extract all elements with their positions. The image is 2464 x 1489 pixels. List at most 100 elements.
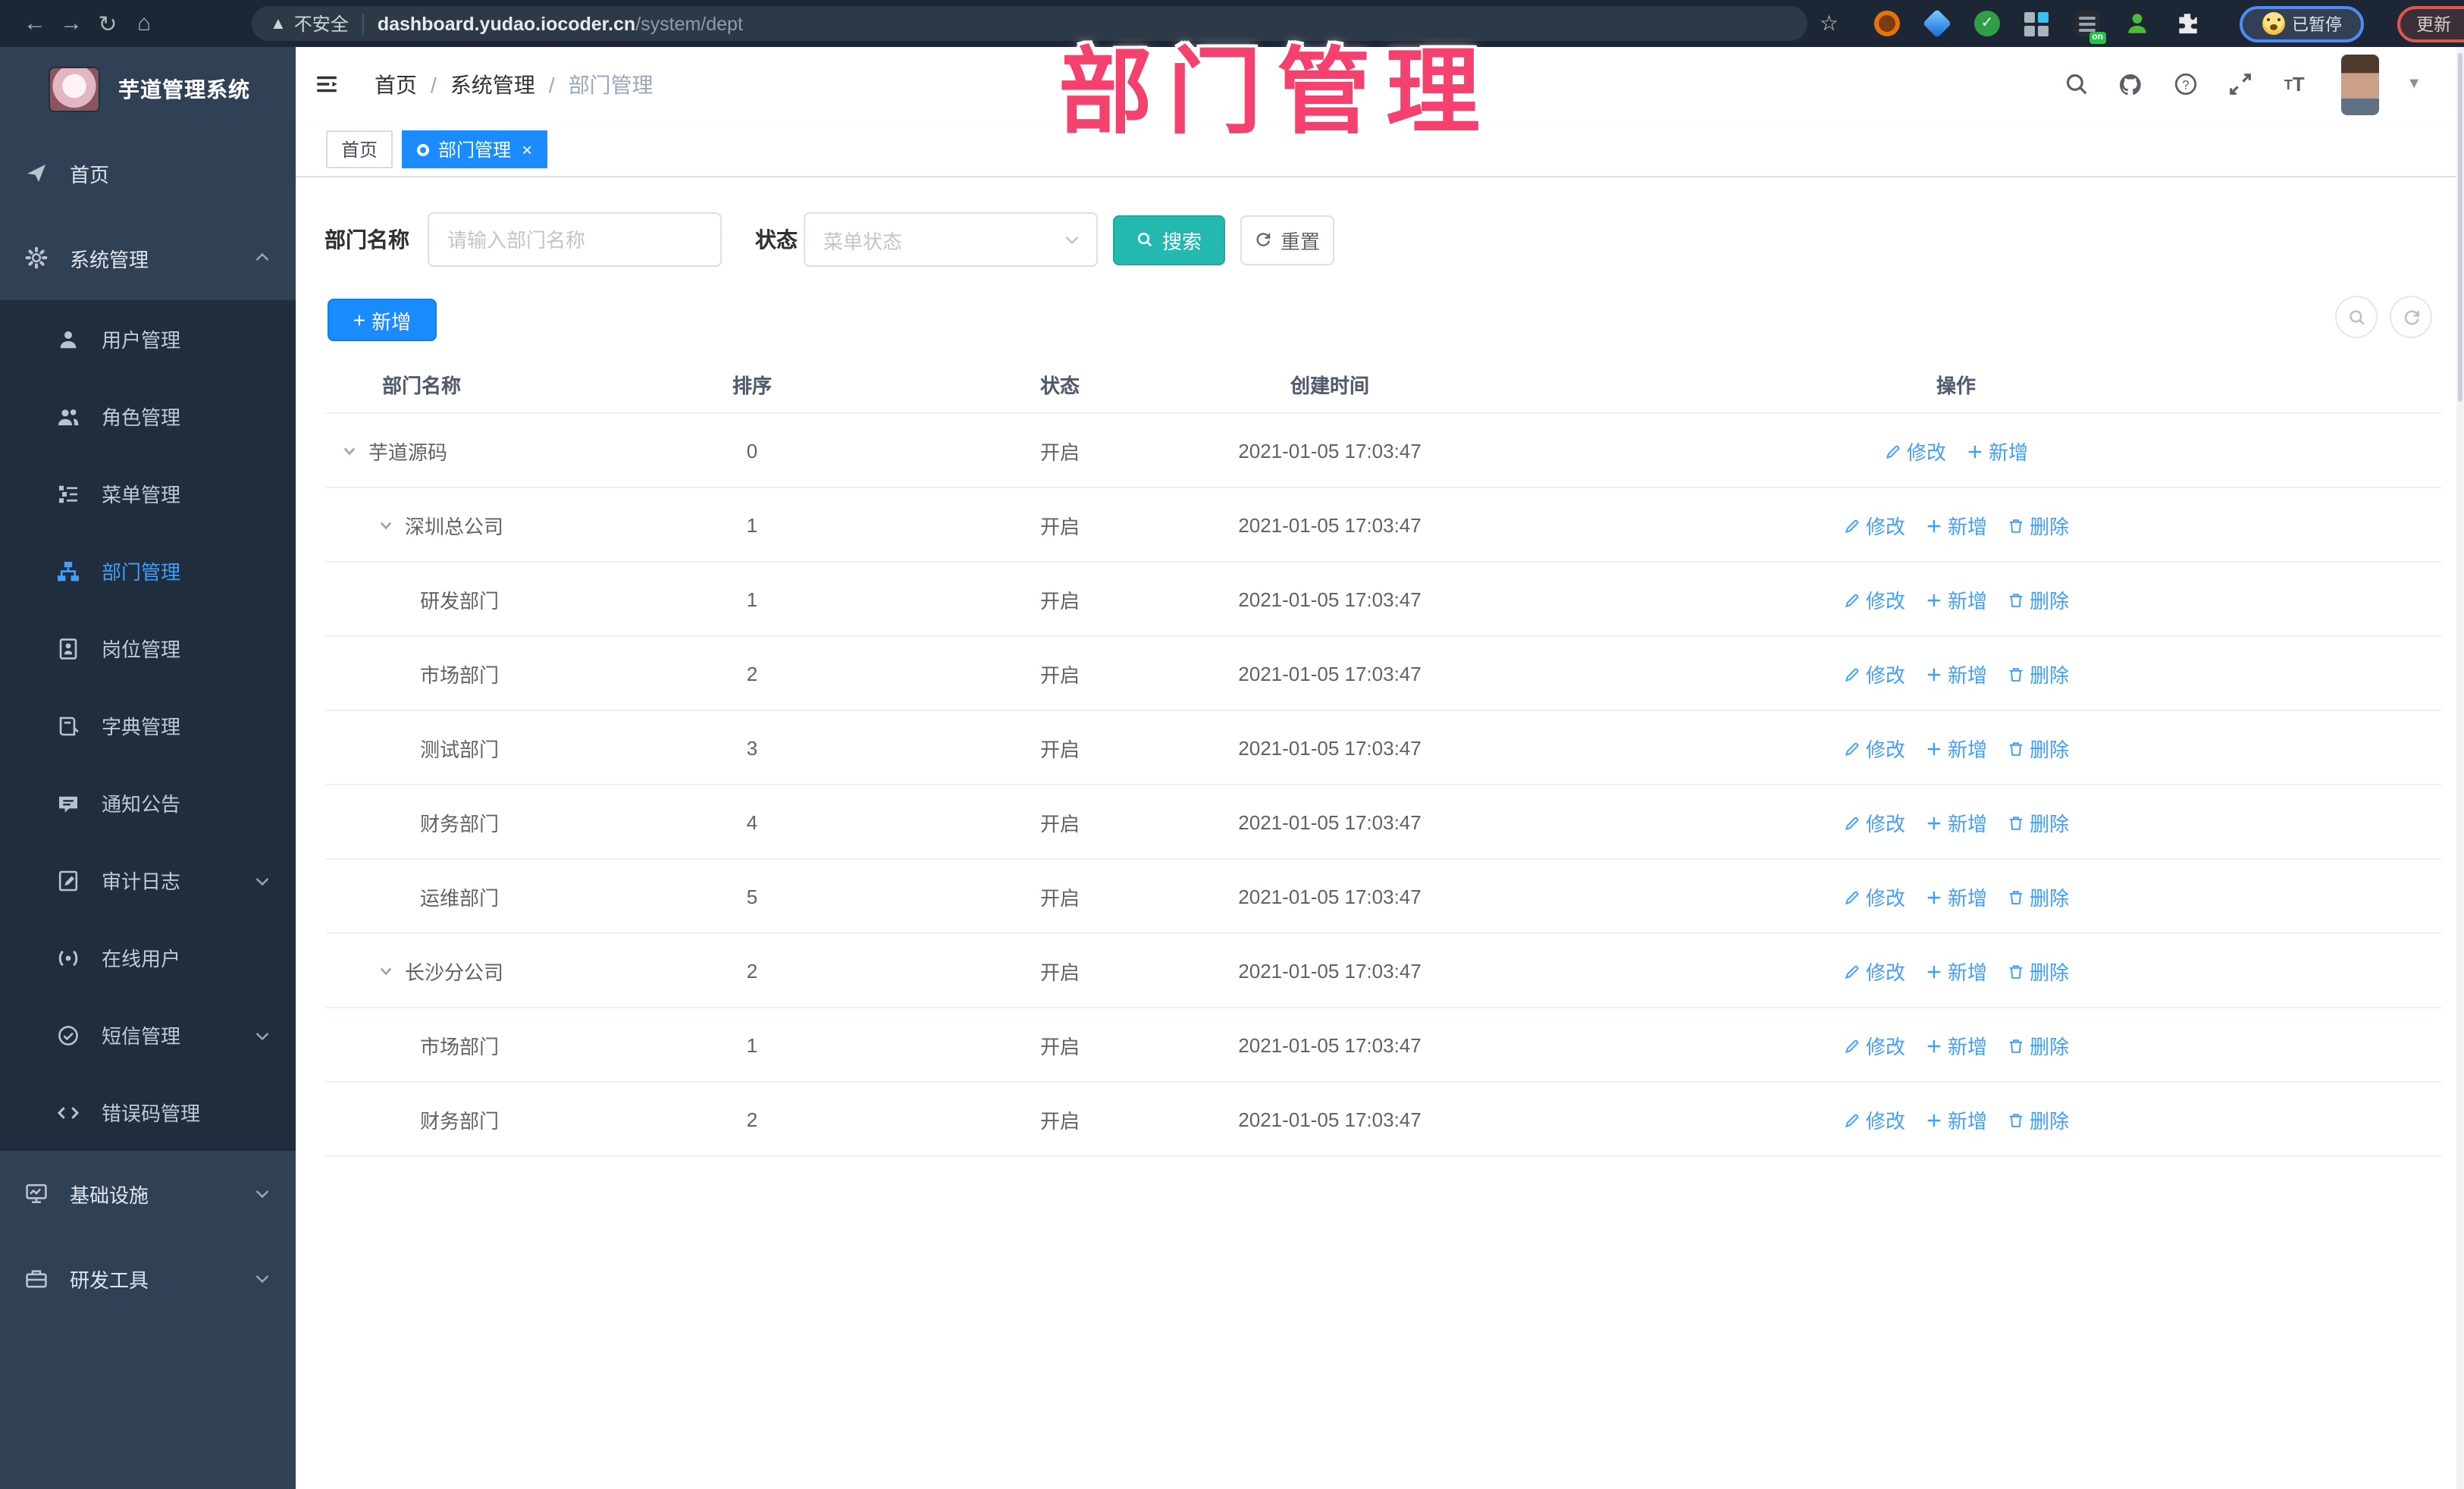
sidebar-item-菜单管理[interactable]: 菜单管理 [0, 455, 296, 532]
user-menu-caret-icon[interactable]: ▼ [2406, 76, 2422, 92]
action-新增-link[interactable]: 新增 [1925, 882, 1987, 911]
action-修改-link[interactable]: 修改 [1843, 1105, 1905, 1134]
home-icon[interactable]: ⌂ [126, 0, 162, 47]
sidebar-item-系统管理[interactable]: 系统管理 [0, 215, 296, 300]
breadcrumb-item[interactable]: 系统管理 [450, 69, 535, 99]
breadcrumb-separator: / [548, 72, 555, 96]
action-删除-link[interactable]: 删除 [2007, 511, 2069, 540]
action-删除-link[interactable]: 删除 [2007, 660, 2069, 688]
tree-expand-icon[interactable] [341, 443, 358, 459]
forward-icon[interactable]: → [53, 0, 89, 47]
address-bar[interactable]: ▲ 不安全 dashboard.yudao.iocoder.cn/system/… [252, 6, 1807, 41]
breadcrumb-item[interactable]: 首页 [375, 69, 417, 99]
dept-name-cell: 财务部门 [420, 785, 499, 860]
action-修改-link[interactable]: 修改 [1843, 585, 1905, 614]
action-新增-link[interactable]: 新增 [1925, 808, 1987, 837]
extension-puzzle-icon[interactable] [2174, 11, 2200, 36]
action-修改-link[interactable]: 修改 [1843, 734, 1905, 763]
action-删除-link[interactable]: 删除 [2007, 808, 2069, 837]
sidebar-item-用户管理[interactable]: 用户管理 [0, 300, 296, 378]
sidebar-item-短信管理[interactable]: 短信管理 [0, 996, 296, 1074]
sidebar-item-在线用户[interactable]: 在线用户 [0, 919, 296, 996]
dept-name-input[interactable] [428, 212, 722, 267]
sidebar-item-部门管理[interactable]: 部门管理 [0, 532, 296, 610]
sidebar-item-label: 审计日志 [102, 870, 181, 893]
toggle-search-button[interactable] [2335, 296, 2378, 338]
action-新增-link[interactable]: 新增 [1925, 1031, 1987, 1060]
bookmark-star-icon[interactable]: ☆ [1820, 0, 1839, 47]
sidebar-item-岗位管理[interactable]: 岗位管理 [0, 610, 296, 687]
action-修改-link[interactable]: 修改 [1843, 660, 1905, 688]
add-button[interactable]: + 新增 [328, 299, 437, 341]
user-avatar[interactable] [2341, 54, 2380, 114]
font-size-icon[interactable]: TT [2281, 71, 2308, 98]
action-新增-link[interactable]: 新增 [1925, 660, 1987, 688]
sidebar-item-错误码管理[interactable]: 错误码管理 [0, 1074, 296, 1151]
extension-gem-icon[interactable] [1922, 8, 1952, 39]
action-新增-link[interactable]: 新增 [1925, 1105, 1987, 1134]
action-修改-link[interactable]: 修改 [1884, 437, 1946, 466]
org-tree-icon [56, 559, 80, 583]
action-修改-link[interactable]: 修改 [1843, 511, 1905, 540]
sidebar-item-首页[interactable]: 首页 [0, 130, 296, 215]
reload-icon[interactable]: ↻ [89, 0, 126, 47]
not-secure-label: 不安全 [293, 14, 349, 35]
action-修改-link[interactable]: 修改 [1843, 1031, 1905, 1060]
back-icon[interactable]: ← [17, 0, 53, 47]
badge-icon [56, 636, 80, 660]
tab-label: 首页 [341, 139, 378, 161]
action-删除-link[interactable]: 删除 [2007, 1031, 2069, 1060]
sidebar-logo-row[interactable]: 芋道管理系统 [0, 47, 296, 130]
action-修改-link[interactable]: 修改 [1843, 957, 1905, 986]
extension-check-icon[interactable]: ✓ [1974, 11, 2000, 36]
extension-list-icon[interactable]: on [2074, 11, 2106, 44]
sidebar-item-字典管理[interactable]: 字典管理 [0, 687, 296, 764]
action-修改-link[interactable]: 修改 [1843, 808, 1905, 837]
action-删除-link[interactable]: 删除 [2007, 1105, 2069, 1134]
delete-icon [2007, 739, 2025, 757]
sidebar-item-基础设施[interactable]: 基础设施 [0, 1151, 296, 1236]
action-新增-link[interactable]: 新增 [1925, 957, 1987, 986]
action-修改-link[interactable]: 修改 [1843, 882, 1905, 911]
profile-paused-pill[interactable]: 已暂停 [2240, 5, 2364, 42]
action-新增-link[interactable]: 新增 [1925, 585, 1987, 614]
status-select[interactable]: 菜单状态 [804, 212, 1098, 267]
page-scrollbar[interactable] [2456, 47, 2464, 1489]
plus-icon [1925, 1036, 1943, 1055]
toolbox-icon [24, 1266, 49, 1290]
action-新增-link[interactable]: 新增 [1925, 734, 1987, 763]
extension-grid-icon[interactable] [2024, 11, 2050, 36]
not-secure-warning-icon: ▲ [270, 14, 287, 33]
tree-expand-icon[interactable] [378, 963, 394, 980]
browser-update-button[interactable]: 更新 ⋮ [2397, 5, 2464, 42]
refresh-button[interactable] [2390, 296, 2432, 338]
breadcrumb-item[interactable]: 部门管理 [569, 69, 654, 99]
action-删除-link[interactable]: 删除 [2007, 882, 2069, 911]
hamburger-icon[interactable] [314, 71, 340, 97]
action-新增-link[interactable]: 新增 [1966, 437, 2028, 466]
edit-icon [1843, 962, 1861, 980]
extension-user-icon[interactable] [2124, 11, 2150, 36]
header-search-icon[interactable] [2062, 71, 2089, 98]
action-新增-link[interactable]: 新增 [1925, 511, 1987, 540]
action-删除-link[interactable]: 删除 [2007, 585, 2069, 614]
reset-button[interactable]: 重置 [1240, 215, 1334, 265]
sidebar-item-审计日志[interactable]: 审计日志 [0, 842, 296, 919]
sidebar-item-研发工具[interactable]: 研发工具 [0, 1236, 296, 1321]
created-time-cell: 2021-01-05 17:03:47 [1238, 663, 1422, 685]
action-删除-link[interactable]: 删除 [2007, 957, 2069, 986]
github-icon[interactable] [2117, 71, 2144, 98]
close-icon[interactable]: × [522, 140, 532, 158]
help-icon[interactable]: ? [2171, 71, 2199, 98]
tab-首页[interactable]: 首页 [326, 130, 393, 168]
reset-button-label: 重置 [1280, 230, 1320, 252]
fullscreen-icon[interactable] [2226, 71, 2253, 98]
action-删除-link[interactable]: 删除 [2007, 734, 2069, 763]
sidebar-item-角色管理[interactable]: 角色管理 [0, 378, 296, 455]
tab-部门管理[interactable]: 部门管理 × [402, 130, 548, 168]
search-button[interactable]: 搜索 [1113, 215, 1225, 265]
sidebar-item-通知公告[interactable]: 通知公告 [0, 764, 296, 842]
tree-expand-icon[interactable] [378, 517, 394, 534]
extension-orange-icon[interactable] [1874, 11, 1900, 36]
row-actions: 修改 新增 删除 [1843, 488, 2069, 563]
